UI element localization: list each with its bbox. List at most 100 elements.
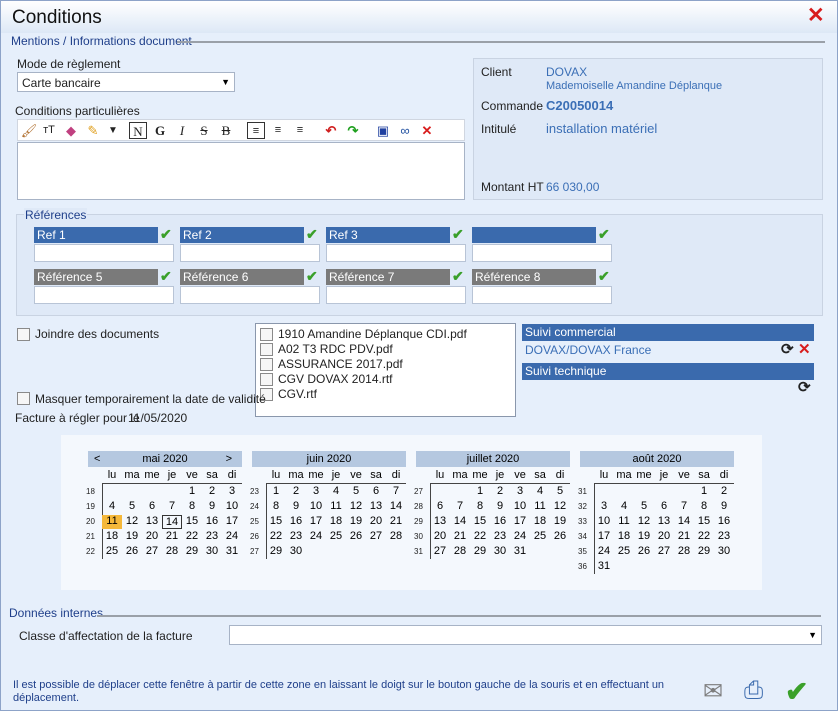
calendar-day[interactable]: 29: [266, 545, 286, 559]
calendar-day[interactable]: 21: [386, 515, 406, 529]
calendar-day[interactable]: 22: [266, 530, 286, 544]
calendar-day[interactable]: 8: [266, 500, 286, 514]
calendar-day[interactable]: 24: [510, 530, 530, 544]
calendar-day[interactable]: 2: [714, 485, 734, 499]
redo-icon[interactable]: ↷: [344, 122, 362, 139]
green-check-icon[interactable]: ✔: [306, 269, 320, 283]
calendar-day[interactable]: 7: [386, 485, 406, 499]
calendar-day[interactable]: 10: [510, 500, 530, 514]
calendar-day[interactable]: 3: [222, 485, 242, 499]
calendar-day[interactable]: 29: [694, 545, 714, 559]
calendar-day[interactable]: 28: [386, 530, 406, 544]
calendar-day[interactable]: 5: [550, 485, 570, 499]
calendar-day[interactable]: 13: [366, 500, 386, 514]
calendar-day[interactable]: 30: [202, 545, 222, 559]
calendar-day[interactable]: 12: [122, 515, 142, 529]
calendar-day[interactable]: 19: [634, 530, 654, 544]
document-checkbox[interactable]: [260, 343, 273, 356]
italic-icon[interactable]: I: [173, 122, 191, 139]
calendar-day[interactable]: 27: [142, 545, 162, 559]
palette-icon[interactable]: ◆: [62, 122, 80, 139]
normal-style-icon[interactable]: N: [129, 122, 147, 139]
client-value[interactable]: DOVAX: [546, 65, 587, 79]
calendar-day[interactable]: 18: [530, 515, 550, 529]
green-check-icon[interactable]: ✔: [452, 269, 466, 283]
calendar-day[interactable]: 3: [594, 500, 614, 514]
calendar-day[interactable]: 6: [366, 485, 386, 499]
next-month-button[interactable]: >: [226, 451, 232, 467]
calendar-day[interactable]: 16: [202, 515, 222, 529]
calendar-day-today[interactable]: 11: [102, 515, 122, 529]
green-check-icon[interactable]: ✔: [160, 269, 174, 283]
calendar-day[interactable]: 3: [306, 485, 326, 499]
refresh-icon[interactable]: ⟳: [781, 340, 794, 358]
calendar-day[interactable]: 6: [654, 500, 674, 514]
calendar-day[interactable]: 27: [366, 530, 386, 544]
calendar-day[interactable]: 8: [470, 500, 490, 514]
calendar-day[interactable]: 29: [182, 545, 202, 559]
calendar-day[interactable]: 31: [222, 545, 242, 559]
calendar-day[interactable]: 10: [306, 500, 326, 514]
calendar-day[interactable]: 5: [634, 500, 654, 514]
calendar-day[interactable]: 1: [266, 485, 286, 499]
calendar-day[interactable]: 20: [430, 530, 450, 544]
calendar-day[interactable]: 16: [714, 515, 734, 529]
calendar-day[interactable]: 1: [470, 485, 490, 499]
calendar-day[interactable]: 23: [490, 530, 510, 544]
align-center-icon[interactable]: ≡: [269, 122, 287, 139]
calendar-day[interactable]: 23: [714, 530, 734, 544]
ref-input-5[interactable]: [34, 286, 174, 304]
ref-input-7[interactable]: [326, 286, 466, 304]
calendar-day[interactable]: 21: [450, 530, 470, 544]
calendar-day[interactable]: 15: [470, 515, 490, 529]
calendar-day[interactable]: 20: [142, 530, 162, 544]
calendar-day[interactable]: 19: [122, 530, 142, 544]
calendar-day[interactable]: 6: [430, 500, 450, 514]
calendar-day[interactable]: 4: [326, 485, 346, 499]
calendar-day[interactable]: 9: [490, 500, 510, 514]
conditions-editor[interactable]: [17, 142, 465, 200]
calendar-day[interactable]: 17: [594, 530, 614, 544]
align-right-icon[interactable]: ≡: [291, 122, 309, 139]
calendar-day[interactable]: 17: [510, 515, 530, 529]
calendar-day[interactable]: 24: [306, 530, 326, 544]
calendar-day[interactable]: 20: [654, 530, 674, 544]
calendar-day[interactable]: 14: [386, 500, 406, 514]
calendar-day[interactable]: 25: [614, 545, 634, 559]
printer-icon[interactable]: ⎙: [744, 677, 763, 705]
calendar-day[interactable]: 15: [266, 515, 286, 529]
calendar-day[interactable]: 30: [714, 545, 734, 559]
calendar-day[interactable]: 23: [202, 530, 222, 544]
calendar-day[interactable]: 22: [694, 530, 714, 544]
calendar-day[interactable]: 29: [470, 545, 490, 559]
calendar-day[interactable]: 20: [366, 515, 386, 529]
calendar-day[interactable]: 19: [550, 515, 570, 529]
ref-input-2[interactable]: [180, 244, 320, 262]
green-check-icon[interactable]: ✔: [306, 227, 320, 241]
document-checkbox[interactable]: [260, 328, 273, 341]
calendar-day[interactable]: 5: [346, 485, 366, 499]
calendar-day[interactable]: 28: [162, 545, 182, 559]
bold-icon[interactable]: G: [151, 122, 169, 139]
calendar-day[interactable]: 13: [430, 515, 450, 529]
hide-validity-checkbox[interactable]: [17, 392, 30, 405]
calendar-day[interactable]: 12: [346, 500, 366, 514]
calendar-day[interactable]: 1: [182, 485, 202, 499]
calendar-day[interactable]: 5: [122, 500, 142, 514]
save-icon[interactable]: ▣: [374, 122, 392, 139]
calendar-day[interactable]: 11: [530, 500, 550, 514]
calendar-day[interactable]: 31: [510, 545, 530, 559]
document-checkbox[interactable]: [260, 358, 273, 371]
calendar-day[interactable]: 21: [162, 530, 182, 544]
calendar-day[interactable]: 13: [142, 515, 162, 529]
calendar-day[interactable]: 10: [594, 515, 614, 529]
send-mail-icon[interactable]: ✉: [703, 677, 723, 706]
delete-icon[interactable]: ✕: [798, 340, 811, 358]
calendar-day[interactable]: 30: [490, 545, 510, 559]
calendar-day[interactable]: 12: [550, 500, 570, 514]
calendar-day[interactable]: 22: [470, 530, 490, 544]
calendar-day[interactable]: 24: [594, 545, 614, 559]
calendar-day[interactable]: 25: [102, 545, 122, 559]
prev-month-button[interactable]: <: [94, 451, 100, 467]
calendar-day[interactable]: 27: [654, 545, 674, 559]
